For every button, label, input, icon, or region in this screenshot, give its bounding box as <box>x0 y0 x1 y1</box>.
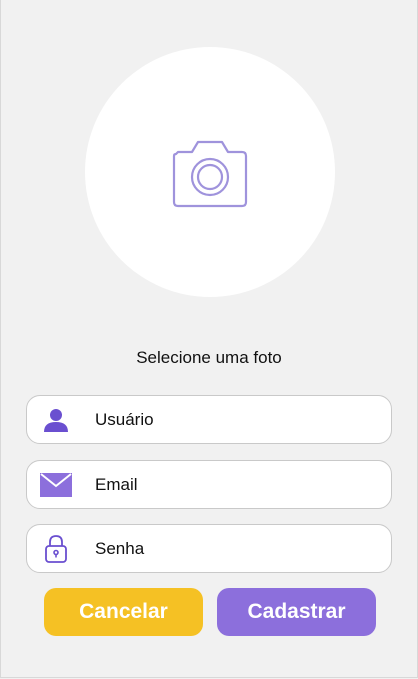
photo-label: Selecione uma foto <box>136 348 282 367</box>
email-input[interactable] <box>95 461 375 508</box>
register-button[interactable]: Cadastrar <box>217 588 376 636</box>
password-input[interactable] <box>95 525 375 572</box>
email-field[interactable] <box>26 460 392 509</box>
password-field[interactable] <box>26 524 392 573</box>
lock-icon <box>39 525 73 572</box>
envelope-icon <box>39 461 73 508</box>
username-field[interactable] <box>26 395 392 444</box>
username-input[interactable] <box>95 396 375 443</box>
cancel-button[interactable]: Cancelar <box>44 588 203 636</box>
photo-picker[interactable] <box>85 47 335 297</box>
user-icon <box>39 396 73 443</box>
camera-icon <box>172 140 248 208</box>
